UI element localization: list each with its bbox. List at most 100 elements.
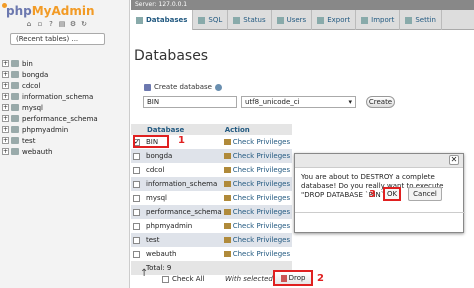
- sidebar-item-label[interactable]: mysql: [22, 104, 43, 112]
- sidebar-item-label[interactable]: information_schema: [22, 93, 93, 101]
- sidebar-item-mysql[interactable]: + mysql: [2, 102, 98, 113]
- database-icon: [11, 104, 19, 111]
- row-checkbox[interactable]: [133, 250, 140, 258]
- expand-icon[interactable]: +: [2, 93, 9, 100]
- tab-settin[interactable]: Settin: [400, 10, 442, 30]
- tab-icon: [276, 16, 284, 24]
- home-icon[interactable]: ⌂: [25, 20, 33, 28]
- tab-export[interactable]: Export: [312, 10, 357, 30]
- help-icon[interactable]: [214, 83, 222, 91]
- check-privileges-link[interactable]: Check Privileges: [223, 222, 292, 230]
- help-icon[interactable]: ?: [47, 20, 55, 28]
- database-name-cell[interactable]: test: [144, 233, 222, 247]
- tab-sql[interactable]: SQL: [193, 10, 229, 30]
- sidebar-item-label[interactable]: webauth: [22, 148, 52, 156]
- expand-icon[interactable]: +: [2, 115, 9, 122]
- database-name-cell[interactable]: phpmyadmin: [144, 219, 222, 233]
- check-privileges-label[interactable]: Check Privileges: [233, 222, 290, 230]
- sidebar-item-phpmyadmin[interactable]: + phpmyadmin: [2, 124, 98, 135]
- row-checkbox[interactable]: [133, 194, 140, 202]
- sidebar-item-bongda[interactable]: + bongda: [2, 69, 98, 80]
- sidebar-item-label[interactable]: performance_schema: [22, 115, 98, 123]
- check-privileges-link[interactable]: Check Privileges: [223, 250, 292, 258]
- ok-button[interactable]: OK: [383, 187, 401, 201]
- check-privileges-link[interactable]: Check Privileges: [223, 166, 292, 174]
- docs-icon[interactable]: ▤: [58, 20, 66, 28]
- column-header-database[interactable]: Database: [144, 124, 222, 135]
- database-name-cell[interactable]: mysql: [144, 191, 222, 205]
- check-privileges-label[interactable]: Check Privileges: [233, 138, 290, 146]
- row-checkbox[interactable]: [133, 180, 140, 188]
- sidebar-item-label[interactable]: bin: [22, 60, 33, 68]
- collation-select[interactable]: utf8_unicode_ci: [241, 96, 356, 108]
- database-name-cell[interactable]: information_schema: [144, 177, 222, 191]
- check-privileges-label[interactable]: Check Privileges: [233, 236, 290, 244]
- check-privileges-label[interactable]: Check Privileges: [233, 194, 290, 202]
- database-name-cell[interactable]: webauth: [144, 247, 222, 261]
- database-name-cell[interactable]: bongda: [144, 149, 222, 163]
- expand-icon[interactable]: +: [2, 60, 9, 67]
- check-privileges-link[interactable]: Check Privileges: [223, 236, 292, 244]
- check-privileges-link[interactable]: Check Privileges: [223, 180, 292, 188]
- check-privileges-link[interactable]: Check Privileges: [223, 208, 292, 216]
- cancel-button[interactable]: Cancel: [408, 187, 442, 201]
- expand-icon[interactable]: +: [2, 82, 9, 89]
- row-checkbox[interactable]: [133, 166, 140, 174]
- sidebar-item-cdcol[interactable]: + cdcol: [2, 80, 98, 91]
- create-database-text: Create database: [154, 83, 212, 91]
- check-privileges-label[interactable]: Check Privileges: [233, 166, 290, 174]
- check-privileges-label[interactable]: Check Privileges: [233, 250, 290, 258]
- check-all-checkbox[interactable]: [162, 275, 169, 283]
- sidebar-item-information_schema[interactable]: + information_schema: [2, 91, 98, 102]
- sidebar-item-bin[interactable]: + bin: [2, 58, 98, 69]
- server-breadcrumb[interactable]: Server: 127.0.0.1: [131, 0, 474, 10]
- close-icon[interactable]: ✕: [449, 155, 459, 165]
- check-privileges-link[interactable]: Check Privileges: [223, 194, 292, 202]
- privileges-icon: [223, 167, 231, 173]
- privileges-icon: [223, 139, 231, 145]
- expand-icon[interactable]: +: [2, 126, 9, 133]
- tab-users[interactable]: Users: [272, 10, 313, 30]
- reload-icon[interactable]: ↻: [80, 20, 88, 28]
- recent-tables-select[interactable]: (Recent tables) ...: [10, 33, 105, 45]
- dialog-button-bar: [295, 212, 465, 234]
- check-all-label[interactable]: Check All: [172, 275, 204, 283]
- sidebar-item-test[interactable]: + test: [2, 135, 98, 146]
- table-row: performance_schema Check Privileges: [131, 205, 292, 219]
- tab-import[interactable]: Import: [356, 10, 401, 30]
- phpmyadmin-logo[interactable]: phpMyAdmin: [6, 4, 95, 18]
- sidebar-item-label[interactable]: test: [22, 137, 35, 145]
- tab-label: Users: [286, 16, 307, 24]
- check-all[interactable]: Check All: [162, 275, 204, 283]
- row-checkbox[interactable]: [133, 152, 140, 160]
- create-button[interactable]: Create: [366, 96, 395, 108]
- drop-button[interactable]: Drop: [273, 270, 313, 286]
- check-privileges-link[interactable]: Check Privileges: [223, 152, 292, 160]
- sidebar-item-label[interactable]: cdcol: [22, 82, 40, 90]
- exit-icon[interactable]: ▫: [36, 20, 44, 28]
- check-privileges-label[interactable]: Check Privileges: [233, 208, 290, 216]
- action-cell: Check Privileges: [221, 247, 292, 261]
- tab-status[interactable]: Status: [228, 10, 272, 30]
- check-privileges-link[interactable]: Check Privileges: [223, 138, 292, 146]
- check-privileges-label[interactable]: Check Privileges: [233, 180, 290, 188]
- database-name-input[interactable]: BIN: [143, 96, 237, 108]
- create-database-label: Create database: [144, 83, 222, 91]
- row-checkbox[interactable]: [133, 222, 140, 230]
- row-checkbox[interactable]: [133, 208, 140, 216]
- database-name-cell[interactable]: cdcol: [144, 163, 222, 177]
- check-privileges-label[interactable]: Check Privileges: [233, 152, 290, 160]
- settings-icon[interactable]: ⚙: [69, 20, 77, 28]
- sidebar-item-webauth[interactable]: + webauth: [2, 146, 98, 157]
- sidebar-item-label[interactable]: phpmyadmin: [22, 126, 68, 134]
- tab-databases[interactable]: Databases: [131, 10, 194, 30]
- expand-icon[interactable]: +: [2, 137, 9, 144]
- database-name-cell[interactable]: performance_schema: [144, 205, 222, 219]
- sidebar-item-label[interactable]: bongda: [22, 71, 48, 79]
- expand-icon[interactable]: +: [2, 148, 9, 155]
- sidebar-item-performance_schema[interactable]: + performance_schema: [2, 113, 98, 124]
- tab-label: Settin: [415, 16, 436, 24]
- expand-icon[interactable]: +: [2, 71, 9, 78]
- row-checkbox[interactable]: [133, 236, 140, 244]
- expand-icon[interactable]: +: [2, 104, 9, 111]
